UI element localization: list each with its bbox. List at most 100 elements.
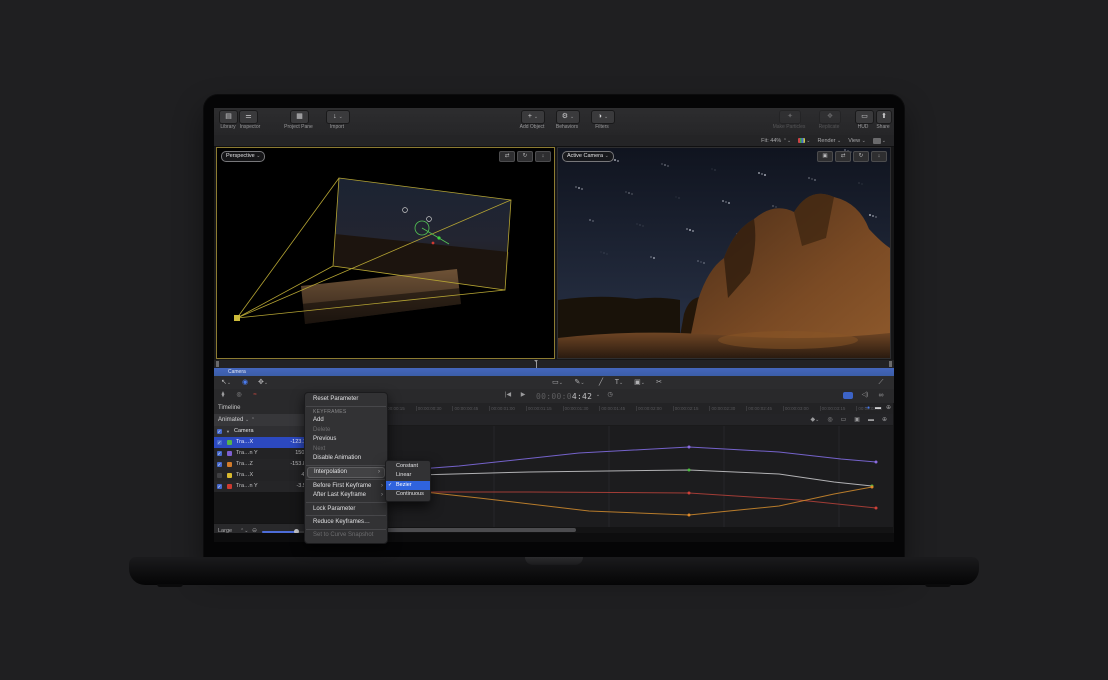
go-to-start-button[interactable]: |◀ bbox=[502, 390, 514, 401]
timecode-mode-button[interactable]: ◷ bbox=[605, 390, 615, 401]
dolly-view-button[interactable]: ↓ bbox=[535, 151, 551, 162]
timeline-end-marker[interactable] bbox=[889, 361, 892, 367]
channels-button[interactable]: ⌄ bbox=[798, 138, 810, 144]
share-button[interactable]: ⬆ bbox=[876, 110, 892, 124]
pan-view-button[interactable]: ⇄ bbox=[835, 151, 851, 162]
keyframe-snap-menu[interactable]: ◆⌄ bbox=[811, 416, 820, 423]
star bbox=[722, 200, 724, 202]
parameter-value[interactable]: -153.84 bbox=[269, 459, 309, 470]
keyframe-point[interactable] bbox=[875, 461, 878, 464]
viewport-perspective[interactable]: Perspective ⌄ ⇄ ↻ ↓ bbox=[216, 147, 555, 359]
keyframe-point[interactable] bbox=[875, 507, 878, 510]
menu-item-previous[interactable]: Previous bbox=[305, 435, 387, 444]
playhead[interactable] bbox=[536, 360, 537, 368]
zoom-icon[interactable]: ⊕ bbox=[886, 404, 891, 411]
pan-tool[interactable]: ✥⌄ bbox=[256, 377, 270, 388]
curve-editor-button[interactable]: ≈ bbox=[250, 390, 260, 401]
project-pane-button[interactable]: ▦ bbox=[290, 110, 309, 124]
curve-frame-button[interactable]: ▭ bbox=[841, 416, 847, 423]
parameter-checkbox[interactable] bbox=[217, 440, 222, 445]
hscrollbar-thumb[interactable] bbox=[381, 528, 576, 532]
edit-handle-tool[interactable]: ⟋ bbox=[876, 377, 886, 388]
disclosure-triangle-icon[interactable]: ▼ bbox=[226, 426, 230, 437]
parameter-checkbox[interactable] bbox=[217, 484, 222, 489]
zoom-curves-button[interactable]: ⊕ bbox=[882, 416, 887, 423]
chevron-down-icon: ⌄ bbox=[605, 153, 609, 159]
line-tool[interactable]: ╱ bbox=[596, 377, 606, 388]
menu-item-add[interactable]: Add bbox=[305, 416, 387, 425]
track-height-icon[interactable]: ▬ bbox=[875, 405, 881, 411]
layout-button[interactable]: ⌄ bbox=[873, 138, 886, 144]
menu-item-disable-animation[interactable]: Disable Animation bbox=[305, 454, 387, 463]
parameter-value[interactable]: 4.8 bbox=[269, 470, 309, 481]
night-desert-scene bbox=[558, 148, 890, 358]
text-tool[interactable]: T⌄ bbox=[612, 377, 626, 388]
add-object-button[interactable]: + ⌄ bbox=[521, 110, 545, 124]
fit-curves-button[interactable]: ◎ bbox=[827, 416, 832, 423]
camera-origin-handle[interactable] bbox=[234, 315, 240, 321]
parameter-checkbox[interactable] bbox=[217, 473, 222, 478]
hud-button[interactable]: ▭ bbox=[855, 110, 874, 124]
audio-mute-button[interactable]: ◁) bbox=[859, 390, 871, 401]
bezier-tool[interactable]: ✎⌄ bbox=[572, 377, 587, 388]
import-button[interactable]: ↓ ⌄ bbox=[326, 110, 350, 124]
snapshot-button[interactable]: ▣ bbox=[854, 416, 860, 423]
cut-tool[interactable]: ✂ bbox=[654, 377, 664, 388]
parameter-value[interactable]: 150.1 bbox=[269, 448, 309, 459]
camera-select-perspective[interactable]: Perspective ⌄ bbox=[221, 151, 265, 162]
timing-display-button[interactable] bbox=[843, 392, 853, 399]
menu-item-after-last-keyframe[interactable]: After Last Keyframe› bbox=[305, 491, 387, 500]
keyframe-point[interactable] bbox=[688, 446, 691, 449]
orbit-view-button[interactable]: ↻ bbox=[853, 151, 869, 162]
orbit-view-button[interactable]: ↻ bbox=[517, 151, 533, 162]
filters-button[interactable]: ◑ ⌄ bbox=[591, 110, 615, 124]
keyframe-point[interactable] bbox=[688, 469, 691, 472]
row-height-button[interactable]: ▬ bbox=[868, 417, 874, 423]
camera-group-checkbox[interactable] bbox=[217, 429, 222, 434]
shape-tool[interactable]: ▣⌄ bbox=[632, 377, 647, 388]
pan-view-button[interactable]: ⇄ bbox=[499, 151, 515, 162]
render-menu[interactable]: Render ⌄ bbox=[817, 138, 841, 144]
menu-item-lock-parameter[interactable]: Lock Parameter bbox=[305, 505, 387, 514]
behaviors-button[interactable]: ⚙ ⌄ bbox=[556, 110, 580, 124]
menu-item-reduce-keyframes[interactable]: Reduce Keyframes… bbox=[305, 518, 387, 527]
mask-tool[interactable]: ▭⌄ bbox=[550, 377, 565, 388]
keyframe-curve-editor[interactable] bbox=[379, 426, 893, 527]
keyframe-point[interactable] bbox=[688, 514, 691, 517]
submenu-item-constant[interactable]: Constant bbox=[386, 462, 430, 471]
view-menu[interactable]: View ⌄ bbox=[848, 138, 866, 144]
library-button[interactable]: ▤ bbox=[219, 110, 238, 124]
timecode-menu[interactable]: ⌄ bbox=[594, 390, 602, 401]
tab-timeline[interactable]: Timeline bbox=[218, 403, 240, 414]
select-tool[interactable]: ↖⌄ bbox=[219, 377, 233, 388]
parameter-checkbox[interactable] bbox=[217, 451, 222, 456]
inspector-button[interactable]: ⚌ bbox=[239, 110, 258, 124]
marker-dot-icon[interactable]: ◦● bbox=[865, 405, 870, 411]
adjust-3d-tool[interactable]: ◉ bbox=[240, 377, 250, 388]
submenu-item-linear[interactable]: Linear bbox=[386, 471, 430, 480]
record-keyframes-button[interactable]: ⧫ bbox=[218, 390, 228, 401]
animated-filter-select[interactable]: Animated ⌄ ⌃ bbox=[218, 414, 255, 426]
viewport-active-camera[interactable]: Active Camera ⌄ ▣ ⇄ ↻ ↓ bbox=[557, 147, 891, 359]
menu-item-reset-parameter[interactable]: Reset Parameter bbox=[305, 395, 387, 404]
keyframe-point[interactable] bbox=[871, 486, 874, 489]
dolly-view-button[interactable]: ↓ bbox=[871, 151, 887, 162]
timeline-start-marker[interactable] bbox=[216, 361, 219, 367]
parameter-value[interactable]: -3.54 bbox=[269, 481, 309, 492]
fit-zoom-control[interactable]: Fit: 44% ⌃⌄ bbox=[761, 138, 791, 144]
keyframe-point[interactable] bbox=[688, 492, 691, 495]
submenu-item-bezier[interactable]: ✓Bezier bbox=[386, 481, 430, 490]
menu-item-before-first-keyframe[interactable]: Before First Keyframe› bbox=[305, 482, 387, 491]
play-button[interactable]: ▶ bbox=[518, 390, 528, 401]
camera-track-bar[interactable]: Camera bbox=[214, 368, 894, 376]
loop-playback-button[interactable]: ∞ bbox=[875, 390, 887, 401]
show-keyframes-button[interactable]: ◎ bbox=[234, 390, 244, 401]
camera-select-active[interactable]: Active Camera ⌄ bbox=[562, 151, 614, 162]
camera-view-button[interactable]: ▣ bbox=[817, 151, 833, 162]
submenu-item-continuous[interactable]: Continuous bbox=[386, 490, 430, 499]
star bbox=[581, 188, 583, 190]
timecode-display[interactable]: 00:00:04:42 bbox=[536, 392, 592, 401]
parameter-value[interactable]: -123.17 bbox=[269, 437, 309, 448]
menu-item-interpolation[interactable]: Interpolation› bbox=[307, 467, 385, 477]
parameter-checkbox[interactable] bbox=[217, 462, 222, 467]
